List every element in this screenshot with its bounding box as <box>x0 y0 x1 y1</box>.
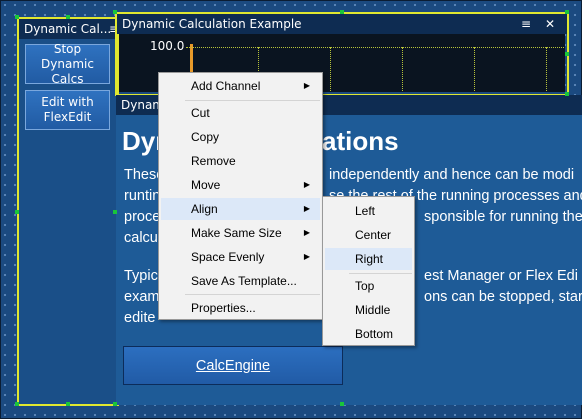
calcengine-button-label: CalcEngine <box>195 357 271 374</box>
resize-handle[interactable] <box>565 52 569 56</box>
menu-item-label: Make Same Size <box>191 226 282 240</box>
menu-item-label: Space Evenly <box>191 250 265 264</box>
text-fragment: runtin <box>124 188 161 204</box>
menu-item-label: Right <box>355 252 384 266</box>
menu-item-label: Remove <box>191 154 236 168</box>
text-fragment: calcu <box>124 230 158 246</box>
menu-item-make-same-size[interactable]: Make Same Size ▶ <box>161 222 320 244</box>
text-fragment: est Manager or Flex Edi <box>424 268 578 284</box>
resize-handle[interactable] <box>66 402 70 406</box>
menu-item-label: Copy <box>191 130 220 144</box>
align-submenu[interactable]: Left Center Right Top Middle Bottom <box>322 196 415 346</box>
menu-item-label: Align <box>191 202 218 216</box>
menu-separator <box>185 294 320 295</box>
menu-separator <box>349 273 412 274</box>
menu-item-label: Middle <box>355 303 391 317</box>
info-heading-end: ations <box>322 126 399 156</box>
resize-handle[interactable] <box>66 15 70 19</box>
submenu-item-left[interactable]: Left <box>325 200 412 222</box>
info-paragraph-2-line-3: edite <box>124 308 155 329</box>
menu-item-cut[interactable]: Cut <box>161 102 320 124</box>
menu-item-label: Left <box>355 204 376 218</box>
resize-handle[interactable] <box>113 210 117 214</box>
info-paragraph-2-line-1: Typic est Manager or Flex Edi <box>124 266 578 287</box>
menu-item-copy[interactable]: Copy <box>161 126 320 148</box>
menu-item-label: Move <box>191 178 221 192</box>
text-fragment: sponsible for running the <box>424 209 582 225</box>
text-fragment: ons can be stopped, star <box>424 289 582 305</box>
menu-item-add-channel[interactable]: Add Channel ▶ <box>161 75 320 97</box>
menu-item-label: Properties... <box>191 301 256 315</box>
menu-item-properties[interactable]: Properties... <box>161 297 320 319</box>
menu-item-move[interactable]: Move ▶ <box>161 174 320 196</box>
menu-item-label: Bottom <box>355 327 394 341</box>
menu-item-label: Add Channel <box>191 79 261 93</box>
resize-handle[interactable] <box>340 10 344 14</box>
info-paragraph-1-line-2: runtin se the rest of the running proces… <box>124 186 582 207</box>
submenu-item-middle[interactable]: Middle <box>325 299 412 321</box>
info-paragraph-1-line-3: proce sponsible for running the <box>124 207 582 228</box>
submenu-arrow-icon: ▶ <box>303 204 310 213</box>
resize-handle[interactable] <box>565 92 569 96</box>
submenu-arrow-icon: ▶ <box>303 228 310 237</box>
submenu-item-right[interactable]: Right <box>325 248 412 270</box>
submenu-item-center[interactable]: Center <box>325 224 412 246</box>
resize-handle[interactable] <box>340 402 344 406</box>
text-fragment: proce <box>124 209 161 225</box>
submenu-item-top[interactable]: Top <box>325 275 412 297</box>
text-fragment: Typic <box>124 268 158 284</box>
menu-item-label: Center <box>355 228 392 242</box>
submenu-arrow-icon: ▶ <box>303 252 310 261</box>
resize-handle[interactable] <box>15 402 19 406</box>
text-fragment: exam <box>124 289 160 305</box>
menu-item-space-evenly[interactable]: Space Evenly ▶ <box>161 246 320 268</box>
resize-handle[interactable] <box>565 10 569 14</box>
info-paragraph-2-line-2: exam ons can be stopped, star <box>124 287 582 308</box>
resize-handle[interactable] <box>15 210 19 214</box>
menu-item-save-as-template[interactable]: Save As Template... <box>161 270 320 292</box>
info-paragraph-1-line-4: calcu <box>124 228 158 249</box>
context-menu[interactable]: Add Channel ▶ Cut Copy Remove Move ▶ Ali… <box>158 72 323 320</box>
resize-handle[interactable] <box>15 15 19 19</box>
submenu-item-bottom[interactable]: Bottom <box>325 323 412 345</box>
menu-separator <box>185 100 320 101</box>
submenu-arrow-icon: ▶ <box>303 180 310 189</box>
submenu-arrow-icon: ▶ <box>303 81 310 90</box>
resize-handle[interactable] <box>113 402 117 406</box>
calcengine-button[interactable]: CalcEngine <box>123 346 343 385</box>
menu-item-label: Save As Template... <box>191 274 297 288</box>
menu-item-remove[interactable]: Remove <box>161 150 320 172</box>
resize-handle[interactable] <box>113 10 117 14</box>
left-panel-selection-outline <box>17 17 119 406</box>
menu-item-label: Top <box>355 279 375 293</box>
text-fragment: independently and hence can be modi <box>329 167 575 183</box>
text-fragment: edite <box>124 310 156 326</box>
menu-item-label: Cut <box>191 106 210 120</box>
menu-item-align[interactable]: Align ▶ <box>161 198 320 220</box>
